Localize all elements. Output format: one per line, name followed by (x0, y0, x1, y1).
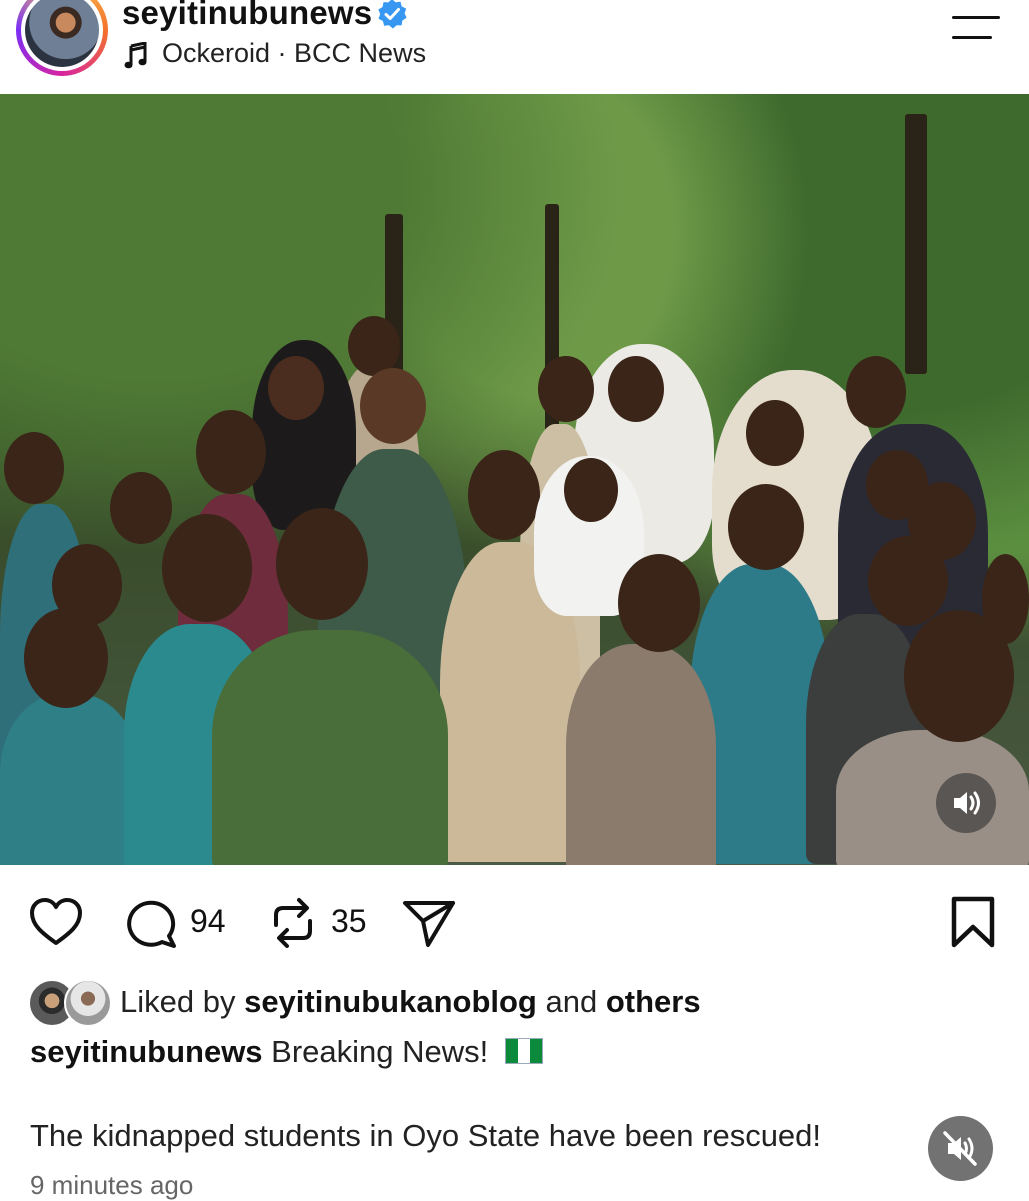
mute-button[interactable] (928, 1116, 993, 1181)
bookmark-icon[interactable] (950, 895, 996, 949)
caption-body: The kidnapped students in Oyo State have… (30, 1118, 822, 1153)
audio-attribution[interactable]: Ockeroid · BCC News (162, 38, 426, 69)
profile-avatar[interactable] (16, 0, 108, 76)
liker-username[interactable]: seyitinubukanoblog (244, 984, 537, 1019)
caption-username[interactable]: seyitinubunews (30, 1034, 263, 1069)
caption-text: Breaking News! (262, 1034, 497, 1069)
audio-separator: · (270, 38, 295, 68)
comment-count: 94 (190, 903, 226, 939)
sound-toggle-button[interactable] (936, 773, 996, 833)
likes-others[interactable]: others (606, 984, 701, 1019)
heart-icon[interactable] (28, 896, 84, 948)
music-note-icon (124, 42, 147, 69)
avatar (64, 979, 112, 1027)
username[interactable]: seyitinubunews (122, 0, 372, 32)
comment-icon[interactable] (124, 897, 178, 949)
post-timestamp: 9 minutes ago (30, 1170, 194, 1200)
audio-title: BCC News (294, 38, 427, 68)
nigeria-flag-icon (504, 1038, 543, 1064)
likes-middle: and (536, 984, 606, 1019)
repost-count: 35 (331, 903, 367, 939)
share-icon[interactable] (401, 897, 457, 949)
audio-artist: Ockeroid (162, 38, 271, 68)
speaker-icon (954, 791, 980, 815)
avatar-image (25, 0, 99, 67)
verified-badge-icon (378, 0, 407, 29)
caption: seyitinubunews Breaking News! (30, 1034, 543, 1070)
muted-speaker-icon (943, 1131, 977, 1166)
post-photo[interactable] (0, 94, 1029, 865)
liker-avatars[interactable] (28, 979, 112, 1027)
likes-summary[interactable]: Liked by seyitinubukanoblog and others (120, 984, 701, 1020)
menu-icon[interactable] (952, 16, 1002, 44)
likes-prefix: Liked by (120, 984, 245, 1019)
repost-icon[interactable] (268, 895, 318, 951)
